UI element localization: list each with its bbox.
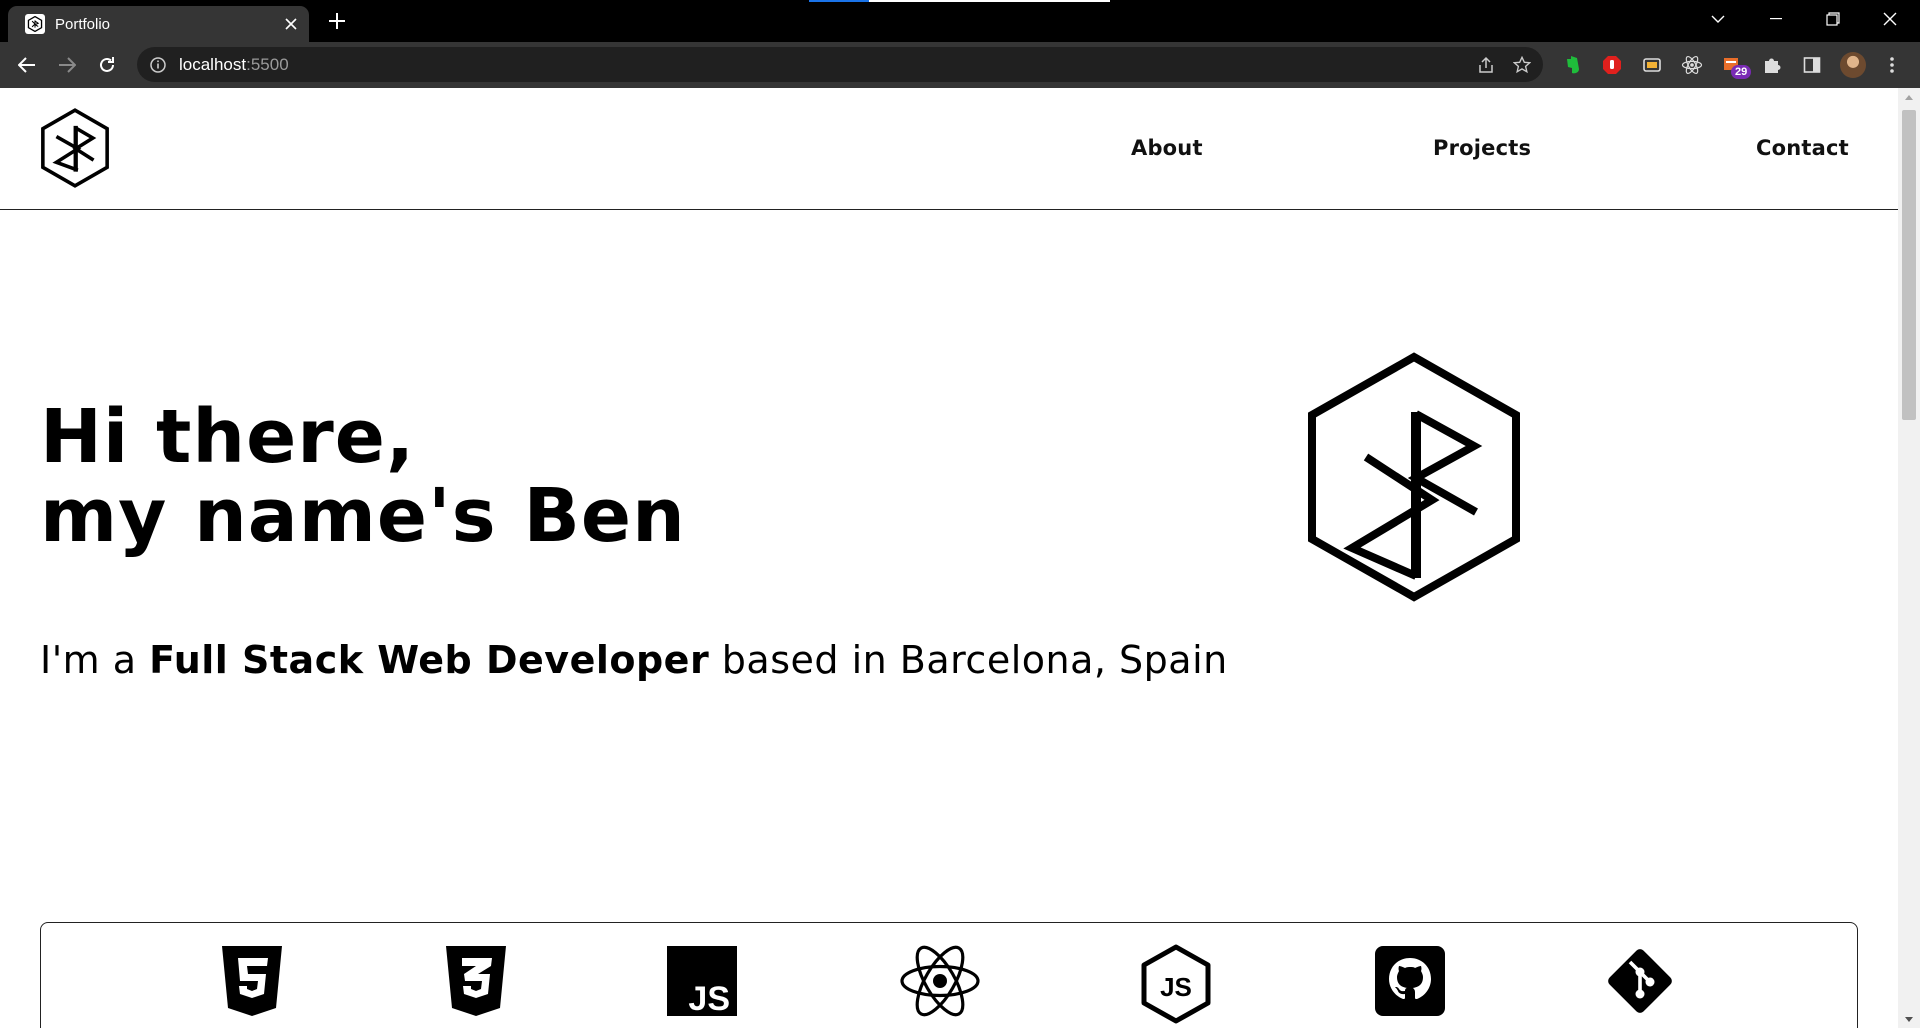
extension-badge-count: 29 [1731, 65, 1752, 79]
svg-text:JS: JS [688, 980, 730, 1018]
side-panel-icon[interactable] [1797, 50, 1827, 80]
forward-button[interactable] [52, 50, 82, 80]
profile-avatar[interactable] [1838, 50, 1868, 80]
notes-extension-icon[interactable]: 29 [1717, 50, 1752, 80]
nav-projects-link[interactable]: Projects [1433, 136, 1531, 160]
browser-toolbar: localhost:5500 29 [0, 42, 1920, 88]
nav-about-link[interactable]: About [1131, 136, 1203, 160]
scroll-up-arrow-icon[interactable] [1898, 88, 1920, 106]
svg-text:JS: JS [1160, 972, 1192, 1002]
nav-contact-link[interactable]: Contact [1756, 136, 1849, 160]
hero-name: Ben [523, 473, 686, 559]
page-scrollbar[interactable] [1898, 88, 1920, 1028]
reload-button[interactable] [92, 50, 122, 80]
url-text[interactable]: localhost:5500 [179, 55, 1471, 75]
new-tab-button[interactable] [322, 6, 352, 36]
address-bar[interactable]: localhost:5500 [137, 47, 1543, 82]
css3-icon [440, 944, 512, 1018]
site-logo[interactable] [39, 108, 111, 188]
screenshot-extension-icon[interactable] [1637, 50, 1667, 80]
url-host: localhost [179, 54, 247, 74]
tab-title: Portfolio [55, 15, 111, 33]
tab-search-icon[interactable] [1693, 0, 1743, 38]
site-header: About Projects Contact [0, 88, 1898, 210]
tagline-prefix: I'm a [40, 638, 150, 682]
hero-tagline: I'm a Full Stack Web Developer based in … [40, 638, 1228, 682]
scroll-down-arrow-icon[interactable] [1898, 1010, 1920, 1028]
tab-strip-accent [869, 0, 1110, 2]
extensions-puzzle-icon[interactable] [1757, 50, 1787, 80]
site-info-icon[interactable] [149, 56, 167, 74]
nodejs-icon: JS [1140, 944, 1212, 1024]
restore-button[interactable] [1808, 0, 1858, 38]
site-favicon-icon [25, 14, 45, 34]
html5-icon [216, 944, 288, 1018]
url-port: :5500 [246, 54, 289, 74]
react-icon [899, 944, 981, 1018]
browser-tab[interactable]: Portfolio [8, 6, 309, 42]
tab-close-icon[interactable] [277, 10, 305, 38]
adblock-extension-icon[interactable] [1597, 50, 1627, 80]
git-icon [1604, 944, 1676, 1018]
hero-greeting: Hi there, [40, 394, 416, 480]
hero-intro: my name's Ben [40, 479, 686, 553]
portfolio-page: About Projects Contact Hi there, my name… [0, 88, 1898, 1028]
minimize-button[interactable] [1751, 0, 1801, 38]
browser-menu-icon[interactable] [1877, 50, 1907, 80]
tagline-role: Full Stack Web Developer [149, 638, 710, 682]
hero-intro-prefix: my name's [40, 473, 524, 559]
tagline-location: based in Barcelona, Spain [709, 638, 1228, 682]
back-button[interactable] [12, 50, 42, 80]
hero-logo [1304, 352, 1524, 602]
bookmark-star-icon[interactable] [1507, 50, 1537, 80]
browser-tab-strip: Portfolio [0, 0, 1920, 42]
scrollbar-thumb[interactable] [1902, 110, 1916, 420]
github-icon [1374, 944, 1446, 1018]
close-window-button[interactable] [1865, 0, 1915, 38]
page-viewport: About Projects Contact Hi there, my name… [0, 88, 1920, 1028]
evernote-extension-icon[interactable] [1557, 50, 1587, 80]
javascript-icon: JS [666, 944, 738, 1018]
react-devtools-extension-icon[interactable] [1677, 50, 1707, 80]
avatar [1840, 52, 1866, 78]
tab-strip-accent [809, 0, 869, 2]
share-icon[interactable] [1471, 50, 1501, 80]
